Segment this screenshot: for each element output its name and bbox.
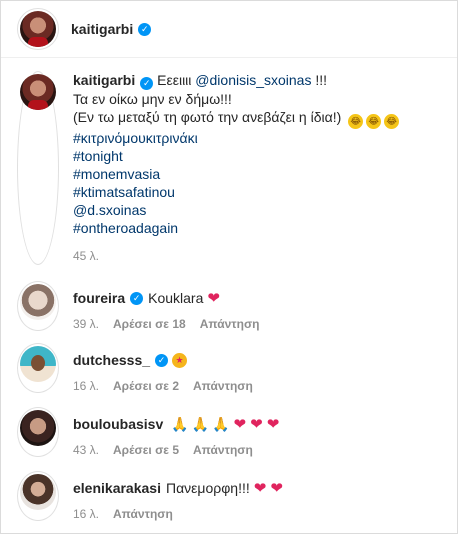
comment-meta: 16 λ. Απάντηση <box>73 507 283 521</box>
rofl-icon: 😂 <box>366 114 382 129</box>
reply-button[interactable]: Απάντηση <box>200 317 260 331</box>
rofl-icon: 😂 <box>348 114 364 129</box>
comment-avatar-ring[interactable] <box>17 343 59 393</box>
avatar <box>20 11 56 47</box>
header-username[interactable]: kaitigarbi <box>71 21 133 37</box>
pray-icon: 🙏 <box>212 416 230 432</box>
caption-text: Εεειιιι <box>157 72 196 88</box>
comment-avatar-ring[interactable] <box>17 407 59 457</box>
caption-avatar <box>20 74 56 110</box>
hashtag-link[interactable]: #tonight <box>73 147 399 165</box>
verified-badge-icon: ✓ <box>155 353 169 367</box>
comment-body: bouloubasisv 🙏 🙏 🙏 ❤ ❤ ❤ 43 λ. Αρέσει σε 5 Α… <box>73 407 279 457</box>
caption-meta: 45 λ. <box>73 247 399 265</box>
caption-text: (Εν τω μεταξύ τη φωτό την ανεβάζει η ίδι… <box>73 109 342 125</box>
comment: bouloubasisv 🙏 🙏 🙏 ❤ ❤ ❤ 43 λ. Αρέσει σε 5 Α… <box>17 407 447 457</box>
timestamp[interactable]: 16 λ. <box>73 507 99 521</box>
caption-text: !!! <box>311 72 328 88</box>
comment-body: elenikarakasi Πανεμορφη!!! ❤ ❤ 16 λ. Απάν… <box>73 471 283 521</box>
reply-button[interactable]: Απάντηση <box>193 379 253 393</box>
post-header: kaitigarbi ✓ <box>1 1 457 58</box>
heart-icon: ❤ <box>250 415 263 433</box>
comment-username[interactable]: dutchesss_ <box>73 351 150 369</box>
mention-link[interactable]: @d.sxoinas <box>73 201 399 219</box>
reply-button[interactable]: Απάντηση <box>193 443 253 457</box>
heart-icon: ❤ <box>270 479 283 497</box>
timestamp[interactable]: 45 λ. <box>73 247 99 265</box>
comment: dutchesss_ ✓ ★ 16 λ. Αρέσει σε 2 Απάντηση <box>17 343 447 393</box>
avatar <box>20 346 56 382</box>
avatar <box>20 284 56 320</box>
comment-body: foureira ✓ Kouklara ❤ 39 λ. Αρέσει σε 18 … <box>73 281 259 331</box>
avatar <box>20 410 56 446</box>
comment-username[interactable]: foureira <box>73 289 125 307</box>
pray-icon: 🙏 <box>191 416 210 432</box>
likes-count[interactable]: Αρέσει σε 5 <box>113 443 179 457</box>
verified-badge-icon: ✓ <box>130 291 144 305</box>
heart-icon: ❤ <box>233 415 247 433</box>
avatar-ring[interactable] <box>17 8 59 50</box>
rofl-icon: 😂 <box>384 114 400 129</box>
comment-meta: 16 λ. Αρέσει σε 2 Απάντηση <box>73 379 253 393</box>
heart-icon: ❤ <box>253 479 267 497</box>
comment: foureira ✓ Kouklara ❤ 39 λ. Αρέσει σε 18 … <box>17 281 447 331</box>
hashtag-link[interactable]: #ontheroadagain <box>73 219 399 237</box>
post-comments-panel: kaitigarbi ✓ kaitigarbi ✓ Εεειιιι @dionis… <box>0 0 458 534</box>
star-eyes-icon: ★ <box>172 352 188 368</box>
caption-text: Τα εν οίκω μην εν δήμω!!! <box>73 91 232 107</box>
comment-meta: 43 λ. Αρέσει σε 5 Απάντηση <box>73 443 279 457</box>
caption-username[interactable]: kaitigarbi <box>73 72 135 88</box>
hashtag-link[interactable]: #monemvasia <box>73 165 399 183</box>
comment-text: Πανεμορφη!!! <box>165 480 250 496</box>
comment-avatar-ring[interactable] <box>17 281 59 331</box>
caption-body: kaitigarbi ✓ Εεειιιι @dionisis_sxoinas !!… <box>73 71 400 265</box>
comment: elenikarakasi Πανεμορφη!!! ❤ ❤ 16 λ. Απάν… <box>17 471 447 521</box>
timestamp[interactable]: 43 λ. <box>73 443 99 457</box>
hashtag-link[interactable]: #ktimatsafatinou <box>73 183 399 201</box>
pray-icon: 🙏 <box>171 416 189 432</box>
caption-avatar-ring[interactable] <box>17 71 59 265</box>
comment-meta: 39 λ. Αρέσει σε 18 Απάντηση <box>73 317 259 331</box>
timestamp[interactable]: 16 λ. <box>73 379 99 393</box>
comment-username[interactable]: elenikarakasi <box>73 479 161 497</box>
likes-count[interactable]: Αρέσει σε 2 <box>113 379 179 393</box>
timestamp[interactable]: 39 λ. <box>73 317 99 331</box>
verified-badge-icon: ✓ <box>138 22 152 36</box>
comment-avatar-ring[interactable] <box>17 471 59 521</box>
reply-button[interactable]: Απάντηση <box>113 507 173 521</box>
comment-text: Kouklara <box>148 290 204 306</box>
verified-badge-icon: ✓ <box>140 77 154 90</box>
avatar <box>20 474 56 510</box>
hashtag-link[interactable]: #κιτρινόμουκιτρινάκι <box>73 129 399 147</box>
heart-icon: ❤ <box>266 415 280 433</box>
heart-icon: ❤ <box>207 289 220 307</box>
comment-username[interactable]: bouloubasisv <box>73 415 163 433</box>
mention-link[interactable]: @dionisis_sxoinas <box>195 72 311 88</box>
likes-count[interactable]: Αρέσει σε 18 <box>113 317 186 331</box>
caption: kaitigarbi ✓ Εεειιιι @dionisis_sxoinas !!… <box>17 71 447 265</box>
comment-body: dutchesss_ ✓ ★ 16 λ. Αρέσει σε 2 Απάντηση <box>73 343 253 393</box>
